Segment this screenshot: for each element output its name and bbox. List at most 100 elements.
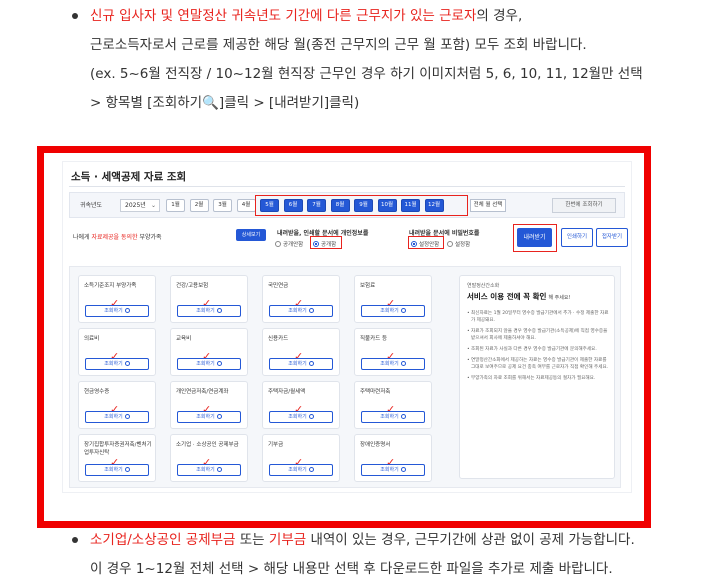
deduction-card: 국민연금 ✓ 조회하기 — [262, 275, 340, 323]
window-title: 소득 · 세액공제 자료 조회 — [71, 171, 187, 183]
radio-selected-icon — [411, 241, 417, 247]
highlight-text: 신규 입사자 및 연말정산 귀속년도 기간에 다른 근무지가 있는 근로자 — [90, 8, 477, 24]
query-button-label: 조회하기 — [288, 414, 307, 420]
card-label: 의료비 — [84, 336, 100, 342]
deduction-card: 주택마련저축 ✓ 조회하기 — [354, 381, 432, 429]
query-button[interactable]: 조회하기 — [85, 358, 149, 370]
search-icon — [124, 414, 130, 419]
month-button[interactable]: 2월 — [189, 199, 209, 212]
notice-title: 서비스 이용 전에 꼭 확인 해 주세요! — [467, 291, 570, 302]
query-button[interactable]: 조회하기 — [361, 358, 425, 370]
query-button[interactable]: 조회하기 — [177, 305, 241, 317]
text: 내역이 있는 경우, 근무기간에 상관 없이 공제 가능합니다. — [306, 532, 635, 548]
radio-label: 설정안함 — [419, 242, 440, 248]
query-button[interactable]: 조회하기 — [177, 411, 241, 423]
search-icon — [400, 308, 406, 313]
bullet-line-2: 근로소득자로서 근로를 제공한 해당 월(종전 근무지의 근무 월 포함) 모두… — [90, 37, 587, 53]
password-radio-off[interactable]: 설정안함 — [411, 240, 439, 248]
deduction-card: 주택자금/월세액 ✓ 조회하기 — [262, 381, 340, 429]
query-button-label: 조회하기 — [196, 414, 215, 420]
notice-panel: 연말정산간소화 서비스 이용 전에 꼭 확인해 주세요! 최신자료는 1월 20… — [459, 275, 615, 479]
search-icon — [124, 467, 130, 472]
text: > 항목별 [조회하기 — [90, 95, 203, 111]
radio-icon — [275, 241, 281, 247]
download-button[interactable]: 내려받기 — [517, 228, 552, 247]
chevron-down-icon: ⌄ — [150, 202, 156, 209]
notice-list: 최신자료는 1월 20일부터 영수증 발급기관에서 추가 · 수정 제출한 자료… — [467, 310, 610, 386]
magnifier-icon: 🔍 — [202, 95, 219, 111]
radio-selected-icon — [313, 241, 319, 247]
highlight-text: 소기업/소상공인 공제부금 — [90, 532, 236, 548]
query-button[interactable]: 조회하기 — [177, 358, 241, 370]
query-button-label: 조회하기 — [288, 361, 307, 367]
month-button[interactable]: 3월 — [213, 199, 232, 212]
screenshot-frame: 소득 · 세액공제 자료 조회 귀속년도 2025년 ⌄ 1월 2월 3월 4월 5월 6월… — [37, 146, 651, 528]
query-button-label: 조회하기 — [196, 361, 215, 367]
month-button[interactable]: 1월 — [166, 199, 185, 212]
card-label: 직불카드 등 — [360, 336, 388, 342]
notice-item: 자료가 조회되지 않을 경우 영수증 발급기관(소득공제)에 직접 영수증을 받… — [467, 328, 610, 342]
radio-label: 공개함 — [321, 242, 337, 248]
bullet-line-2: 이 경우 1~12월 전체 선택 > 해당 내용만 선택 후 다운로드한 파일을… — [90, 561, 613, 577]
query-button[interactable]: 조회하기 — [269, 411, 333, 423]
top-bullet: 신규 입사자 및 연말정산 귀속년도 기간에 다른 근무지가 있는 근로자의 경… — [72, 2, 643, 118]
year-select[interactable]: 2025년 ⌄ — [120, 199, 160, 212]
deduction-card: 개인연금저축/연금계좌 ✓ 조회하기 — [170, 381, 248, 429]
notice-title-text: 서비스 이용 전에 꼭 확인 — [467, 292, 547, 301]
card-label: 국민연금 — [268, 283, 289, 289]
deduction-card: 장기집합투자증권저축/벤처기업투자신탁 ✓ 조회하기 — [78, 434, 156, 482]
notice-item: 연말정산간소화에서 제공하는 자료는 영수증 발급기관이 제출한 자료를 그대로… — [467, 357, 610, 371]
privacy-radio-off[interactable]: 공개안함 — [275, 240, 303, 248]
radio-label: 설정함 — [455, 242, 471, 248]
all-months-button[interactable]: 전체 월 선택 — [470, 199, 506, 212]
bullet-line-4: > 항목별 [조회하기🔍]클릭 > [내려받기]클릭) — [72, 89, 643, 118]
card-label: 소기업 · 소상공인 공제부금 — [176, 442, 239, 448]
month-highlight-box — [255, 195, 468, 216]
deduction-card: 보험료 ✓ 조회하기 — [354, 275, 432, 323]
query-button[interactable]: 조회하기 — [269, 305, 333, 317]
query-button[interactable]: 조회하기 — [269, 464, 333, 476]
query-button[interactable]: 조회하기 — [85, 411, 149, 423]
detail-button[interactable]: 상세보기 — [236, 229, 266, 241]
bottom-bullet: 소기업/소상공인 공제부금 또는 기부금 내역이 있는 경우, 근무기간에 상관… — [72, 526, 635, 584]
query-button[interactable]: 조회하기 — [361, 305, 425, 317]
search-icon — [308, 414, 314, 419]
query-button[interactable]: 조회하기 — [177, 464, 241, 476]
query-button[interactable]: 조회하기 — [361, 464, 425, 476]
year-value: 2025년 — [125, 202, 146, 209]
bullet-line-1: 소기업/소상공인 공제부금 또는 기부금 내역이 있는 경우, 근무기간에 상관… — [72, 526, 635, 555]
card-label: 신용카드 — [268, 336, 289, 342]
query-button-label: 조회하기 — [380, 308, 399, 314]
password-radio-on[interactable]: 설정함 — [447, 240, 470, 248]
deduction-card: 소득기준조지 부양가족 ✓ 조회하기 — [78, 275, 156, 323]
query-button-label: 조회하기 — [104, 467, 123, 473]
card-label: 교육비 — [176, 336, 192, 342]
month-button[interactable]: 4월 — [236, 199, 256, 212]
query-button[interactable]: 조회하기 — [269, 358, 333, 370]
download-highlight-box: 내려받기 — [513, 224, 557, 252]
query-button[interactable]: 조회하기 — [85, 305, 149, 317]
text: 의 경우, — [476, 8, 523, 24]
query-button[interactable]: 조회하기 — [85, 464, 149, 476]
bulk-query-button[interactable]: 한번에 조회하기 — [552, 198, 616, 213]
consent-row: 나에게 자료제공을 동의한 부양가족 상세보기 내려받을, 인쇄할 문서에 개인… — [69, 224, 628, 264]
divider — [69, 186, 625, 187]
search-icon — [216, 308, 222, 313]
query-button-label: 조회하기 — [288, 467, 307, 473]
bullet-line-1: 신규 입사자 및 연말정산 귀속년도 기간에 다른 근무지가 있는 근로자의 경… — [72, 2, 643, 31]
search-icon — [308, 361, 314, 366]
search-icon — [308, 467, 314, 472]
card-label: 건강/고용보험 — [176, 283, 209, 289]
text: ]클릭 > [내려받기]클릭) — [218, 95, 360, 111]
forward-button[interactable]: 접자받기 — [596, 228, 628, 247]
query-button-label: 조회하기 — [288, 308, 307, 314]
print-button[interactable]: 인쇄하기 — [561, 228, 593, 247]
card-label: 현금영수증 — [84, 389, 110, 395]
deduction-card: 직불카드 등 ✓ 조회하기 — [354, 328, 432, 376]
card-label: 주택마련저축 — [360, 389, 391, 395]
search-icon — [308, 308, 314, 313]
search-icon — [124, 308, 130, 313]
card-label: 기부금 — [268, 442, 284, 448]
privacy-radio-on[interactable]: 공개함 — [313, 240, 336, 248]
query-button[interactable]: 조회하기 — [361, 411, 425, 423]
